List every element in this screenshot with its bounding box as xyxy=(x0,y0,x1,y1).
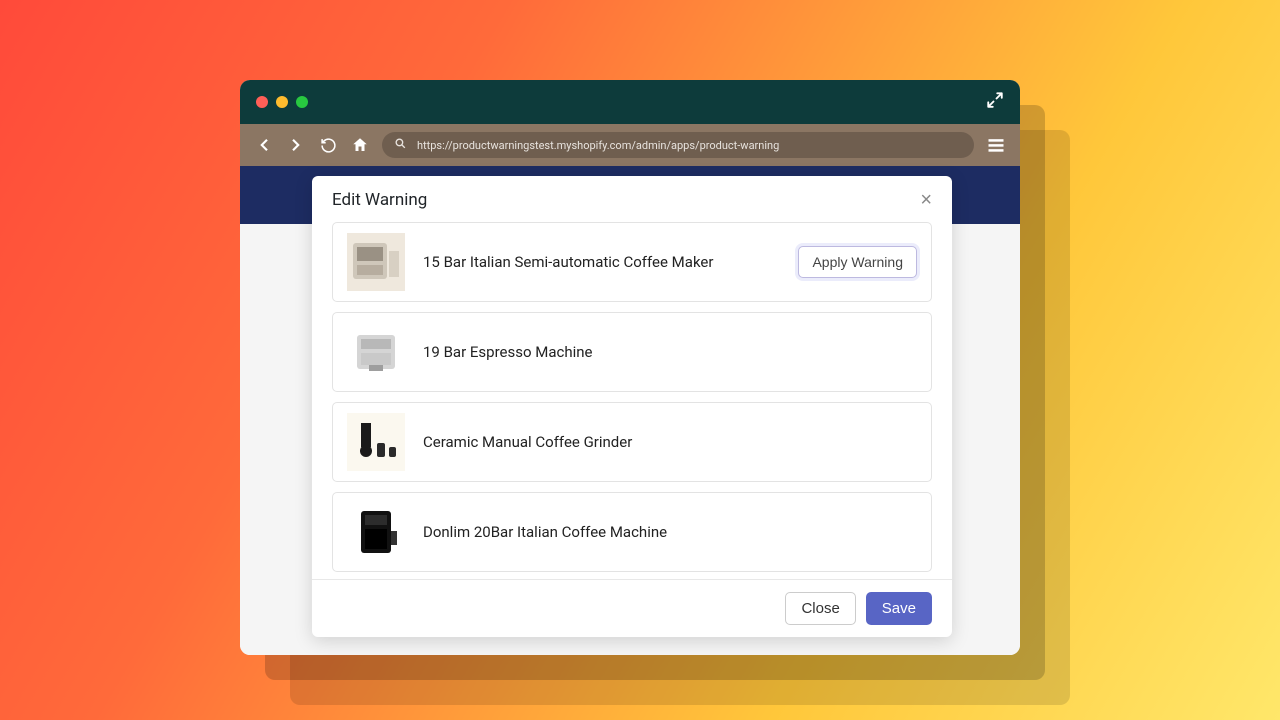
apply-warning-button[interactable]: Apply Warning xyxy=(798,246,917,278)
product-name: Ceramic Manual Coffee Grinder xyxy=(423,433,917,451)
browser-window: https://productwarningstest.myshopify.co… xyxy=(240,80,1020,655)
modal-header: Edit Warning × xyxy=(312,176,952,222)
home-icon[interactable] xyxy=(350,135,370,155)
window-titlebar xyxy=(240,80,1020,124)
window-controls xyxy=(256,96,308,108)
save-button[interactable]: Save xyxy=(866,592,932,625)
product-row[interactable]: 19 Bar Espresso Machine xyxy=(332,312,932,392)
modal-footer: Close Save xyxy=(312,579,952,637)
product-thumbnail xyxy=(347,503,405,561)
product-name: 19 Bar Espresso Machine xyxy=(423,343,917,361)
product-row[interactable]: Donlim 20Bar Italian Coffee Machine xyxy=(332,492,932,572)
window-minimize-icon[interactable] xyxy=(276,96,288,108)
product-row[interactable]: 15 Bar Italian Semi-automatic Coffee Mak… xyxy=(332,222,932,302)
forward-icon[interactable] xyxy=(286,135,306,155)
reload-icon[interactable] xyxy=(318,135,338,155)
modal-body: 15 Bar Italian Semi-automatic Coffee Mak… xyxy=(312,222,952,579)
page-content: Edit Warning × 15 Bar Italian Semi-autom… xyxy=(240,166,1020,655)
back-icon[interactable] xyxy=(254,135,274,155)
window-zoom-icon[interactable] xyxy=(296,96,308,108)
product-row[interactable]: Ceramic Manual Coffee Grinder xyxy=(332,402,932,482)
search-icon xyxy=(394,137,407,153)
edit-warning-modal: Edit Warning × 15 Bar Italian Semi-autom… xyxy=(312,176,952,637)
browser-toolbar: https://productwarningstest.myshopify.co… xyxy=(240,124,1020,166)
close-icon[interactable]: × xyxy=(920,190,932,210)
product-thumbnail xyxy=(347,233,405,291)
close-button[interactable]: Close xyxy=(785,592,855,625)
window-close-icon[interactable] xyxy=(256,96,268,108)
url-text: https://productwarningstest.myshopify.co… xyxy=(417,139,779,152)
product-name: Donlim 20Bar Italian Coffee Machine xyxy=(423,523,917,541)
product-thumbnail xyxy=(347,413,405,471)
product-name: 15 Bar Italian Semi-automatic Coffee Mak… xyxy=(423,253,780,271)
hamburger-menu-icon[interactable] xyxy=(986,135,1006,155)
modal-title: Edit Warning xyxy=(332,190,427,210)
product-thumbnail xyxy=(347,323,405,381)
url-bar[interactable]: https://productwarningstest.myshopify.co… xyxy=(382,132,974,158)
fullscreen-icon[interactable] xyxy=(986,91,1004,113)
